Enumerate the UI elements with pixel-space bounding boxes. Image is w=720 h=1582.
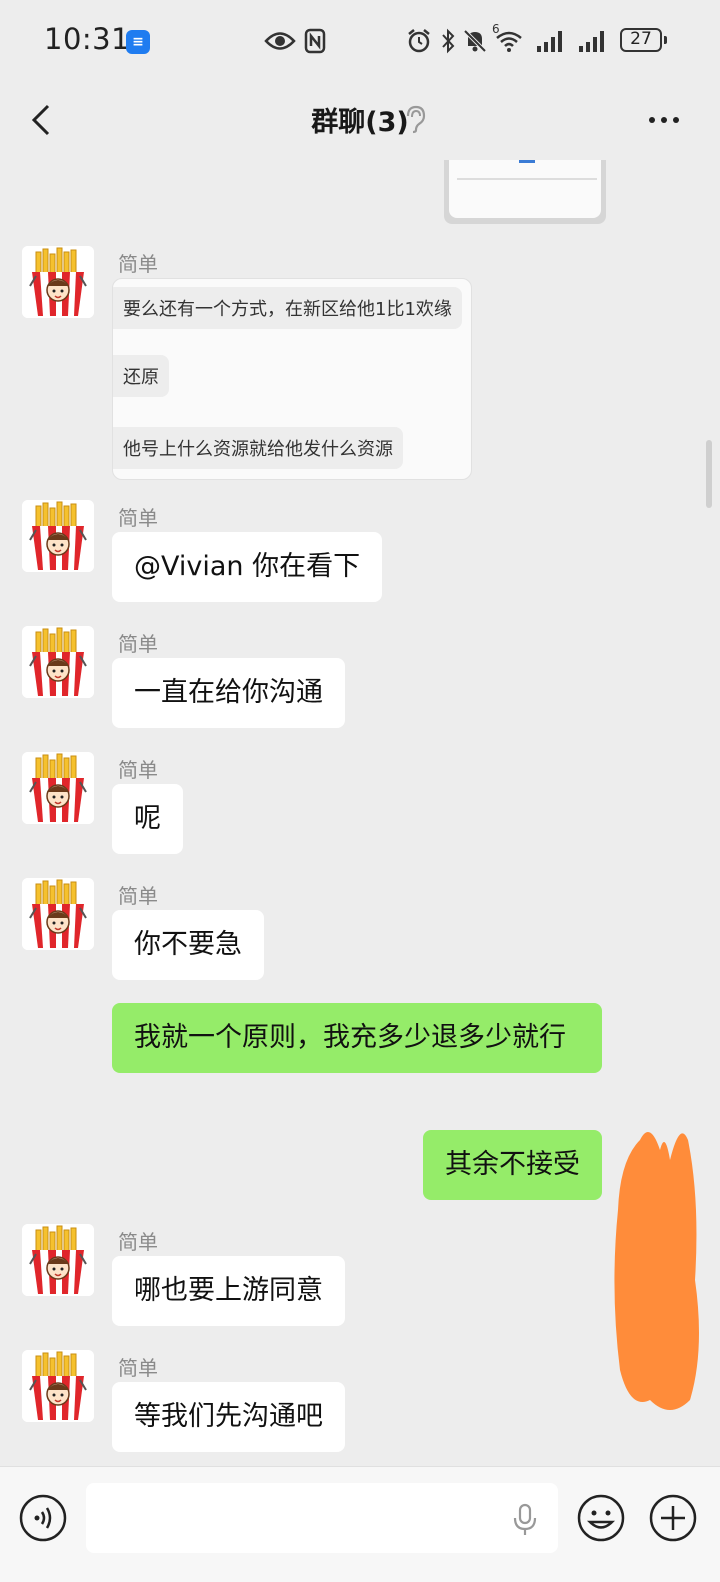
- avatar[interactable]: [22, 1350, 94, 1422]
- my-message-bubble[interactable]: 我就一个原则，我充多少退多少就行: [112, 1003, 602, 1073]
- avatar[interactable]: [22, 1224, 94, 1296]
- avatar[interactable]: [22, 878, 94, 950]
- chat-title: 群聊(3): [311, 107, 409, 138]
- sender-name: 简单: [118, 884, 158, 908]
- chat-title-wrap: 群聊(3): [0, 100, 720, 139]
- image-thumbnail: [449, 160, 601, 218]
- sender-name: 简单: [118, 632, 158, 656]
- chat-area[interactable]: 简单 要么还有一个方式，在新区给他1比1欢缘 还原 他号上什么资源就给他发什么资…: [0, 160, 720, 1466]
- sender-name: 简单: [118, 252, 158, 276]
- signal-icon-2: [579, 31, 604, 52]
- avatar[interactable]: [22, 500, 94, 572]
- nfc-icon: [304, 28, 326, 54]
- plus-icon[interactable]: [648, 1493, 698, 1543]
- status-time: 10:31: [44, 22, 131, 56]
- avatar[interactable]: [22, 752, 94, 824]
- quoted-message-card[interactable]: 要么还有一个方式，在新区给他1比1欢缘 还原 他号上什么资源就给他发什么资源: [112, 278, 472, 480]
- mic-icon[interactable]: [512, 1503, 538, 1537]
- fries-avatar-icon: [22, 246, 94, 318]
- fries-avatar-icon: [22, 752, 94, 824]
- sender-name: 简单: [118, 1356, 158, 1380]
- image-message[interactable]: [444, 160, 606, 224]
- input-bar: [0, 1466, 720, 1582]
- avatar[interactable]: [22, 246, 94, 318]
- more-horizontal-icon: [649, 117, 679, 123]
- fries-avatar-icon: [22, 1224, 94, 1296]
- message-bubble[interactable]: 哪也要上游同意: [112, 1256, 345, 1326]
- quote-line: 还原: [113, 355, 169, 397]
- message-bubble[interactable]: 你不要急: [112, 910, 264, 980]
- quote-line: 他号上什么资源就给他发什么资源: [113, 427, 403, 469]
- emoji-icon[interactable]: [576, 1493, 626, 1543]
- network-type-label: 6: [492, 22, 500, 36]
- sender-name: 简单: [118, 758, 158, 782]
- bluetooth-icon: [442, 28, 455, 54]
- avatar[interactable]: [22, 626, 94, 698]
- signal-icon: [537, 31, 562, 52]
- fries-avatar-icon: [22, 878, 94, 950]
- message-bubble[interactable]: 一直在给你沟通: [112, 658, 345, 728]
- fries-avatar-icon: [22, 626, 94, 698]
- message-bubble[interactable]: 等我们先沟通吧: [112, 1382, 345, 1452]
- more-button[interactable]: [646, 102, 686, 138]
- earpiece-icon: [406, 105, 426, 134]
- notification-app-icon: ≡: [126, 30, 150, 54]
- redaction-scribble: [614, 1132, 699, 1410]
- voice-icon[interactable]: [18, 1493, 68, 1543]
- fries-avatar-icon: [22, 500, 94, 572]
- message-bubble[interactable]: @Vivian 你在看下: [112, 532, 383, 602]
- message-input[interactable]: [86, 1483, 558, 1553]
- scrollbar[interactable]: [706, 440, 712, 508]
- status-bar: 10:31 ≡ 6 27: [0, 0, 720, 82]
- eye-icon: [264, 32, 296, 50]
- message-bubble[interactable]: 呢: [112, 784, 183, 854]
- battery-indicator: 27: [620, 28, 667, 52]
- alarm-icon: [408, 29, 430, 53]
- sender-name: 简单: [118, 506, 158, 530]
- quote-line: 要么还有一个方式，在新区给他1比1欢缘: [113, 287, 462, 329]
- mute-bell-icon: [463, 29, 487, 53]
- fries-avatar-icon: [22, 1350, 94, 1422]
- my-message-bubble[interactable]: 其余不接受: [423, 1130, 602, 1200]
- chat-header: 群聊(3): [0, 82, 720, 160]
- sender-name: 简单: [118, 1230, 158, 1254]
